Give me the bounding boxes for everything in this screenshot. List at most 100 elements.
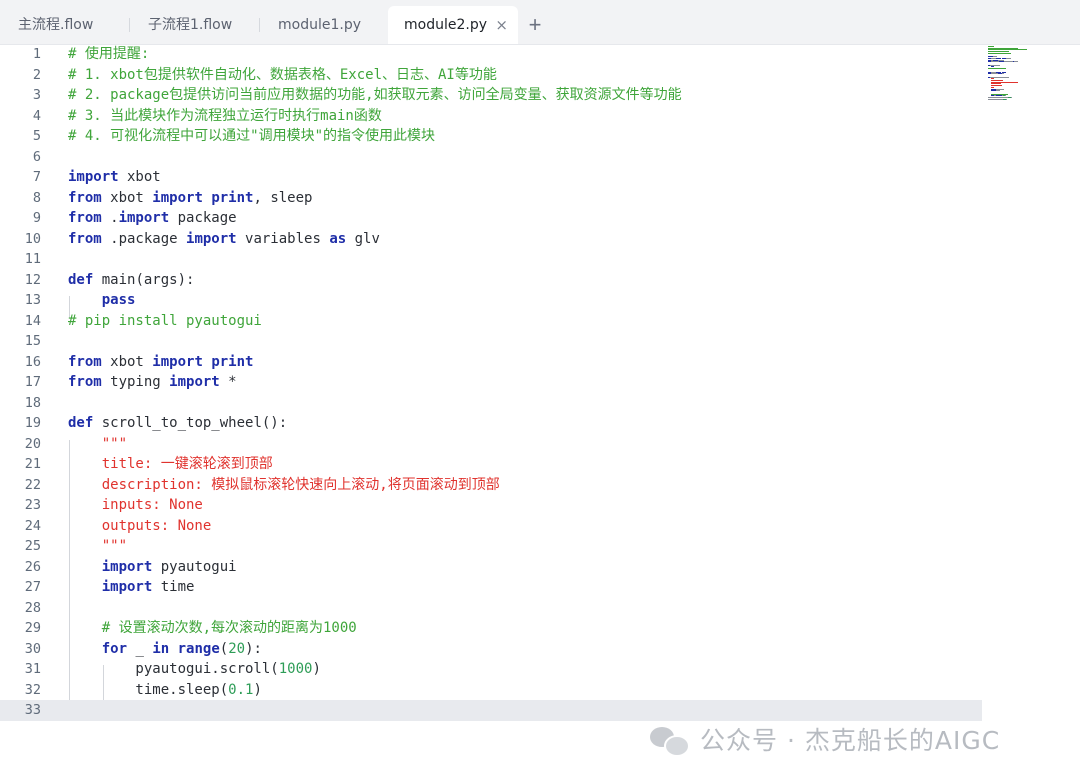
code-line[interactable]: 22 description: 模拟鼠标滚轮快速向上滚动,将页面滚动到顶部: [0, 475, 982, 496]
code-line[interactable]: 15: [0, 331, 982, 352]
minimap-token: [1014, 61, 1018, 63]
code-line[interactable]: 30 for _ in range(20):: [0, 639, 982, 660]
code-token: print: [211, 353, 254, 370]
minimap-token: [991, 61, 1000, 63]
code-token: typing: [101, 374, 170, 390]
tab-label: 子流程1.flow: [148, 17, 233, 33]
line-number: 28: [24, 599, 41, 616]
code-line[interactable]: 12 def main(args):: [0, 270, 982, 291]
line-number: 13: [24, 292, 41, 308]
code-text: import pyautogui: [68, 557, 237, 578]
code-line[interactable]: 6: [0, 147, 982, 168]
watermark: 公众号 · 杰克船长的AIGC: [650, 718, 1070, 760]
code-editor[interactable]: 1 # 使用提醒: 2 # 1. xbot包提供软件自动化、数据表格、Excel、日志…: [0, 44, 1080, 782]
code-token: ): [312, 661, 321, 677]
code-token: # 设置滚动次数,每次滚动的距离为1000: [101, 620, 357, 636]
code-token: from: [68, 210, 102, 226]
code-line[interactable]: 7 import xbot: [0, 167, 982, 188]
add-tab-icon[interactable]: +: [524, 14, 546, 36]
line-number: 30: [24, 640, 41, 657]
code-text: # 设置滚动次数,每次滚动的距离为1000: [68, 618, 357, 639]
code-token: import: [152, 189, 203, 206]
code-line[interactable]: 10 from .package import variables as glv: [0, 229, 982, 250]
code-token: from: [68, 230, 102, 247]
code-line[interactable]: 27 import time: [0, 577, 982, 598]
code-line[interactable]: 28: [0, 598, 982, 619]
code-line[interactable]: 1 # 使用提醒:: [0, 44, 982, 65]
line-number: 23: [24, 497, 41, 513]
tab-module2[interactable]: module2.py ×: [388, 6, 518, 44]
code-token: 20: [228, 640, 246, 657]
code-line[interactable]: 16 from xbot import print: [0, 352, 982, 373]
code-line[interactable]: 11: [0, 249, 982, 270]
minimap-token: [1004, 61, 1013, 63]
minimap[interactable]: [988, 44, 1080, 102]
code-line[interactable]: 20 """: [0, 434, 982, 455]
minimap-token: [1005, 57, 1012, 59]
code-line[interactable]: 2 # 1. xbot包提供软件自动化、数据表格、Excel、日志、AI等功能: [0, 65, 982, 86]
code-line[interactable]: 29 # 设置滚动次数,每次滚动的距离为1000: [0, 618, 982, 639]
code-line[interactable]: 24 outputs: None: [0, 516, 982, 537]
line-number: 12: [24, 271, 41, 288]
code-text: # 2. package包提供访问当前应用数据的功能,如获取元素、访问全局变量、…: [68, 85, 682, 106]
code-line[interactable]: 14 # pip install pyautogui: [0, 311, 982, 332]
code-text: # pip install pyautogui: [68, 311, 262, 332]
code-line[interactable]: 3 # 2. package包提供访问当前应用数据的功能,如获取元素、访问全局变量…: [0, 85, 982, 106]
code-text: pyautogui.scroll(1000): [68, 659, 321, 680]
code-token: from: [68, 189, 102, 206]
code-line[interactable]: 4 # 3. 当此模块作为流程独立运行时执行main函数: [0, 106, 982, 127]
code-text: """: [68, 434, 127, 455]
wechat-icon: [650, 723, 690, 757]
code-text: import xbot: [68, 167, 161, 188]
code-token: .: [101, 210, 119, 226]
line-number: 17: [24, 374, 41, 390]
code-line[interactable]: 9 from .import package: [0, 208, 982, 229]
line-number: 20: [24, 435, 41, 452]
minimap-token: [1005, 98, 1007, 100]
code-token: title: 一键滚轮滚到顶部: [101, 456, 273, 472]
code-token: from: [68, 374, 102, 390]
code-text: import time: [68, 577, 195, 598]
tab-label: module2.py: [404, 17, 487, 33]
code-line[interactable]: 17 from typing import *: [0, 372, 982, 393]
tab-subflow-1[interactable]: 子流程1.flow: [130, 6, 260, 44]
line-number: 14: [24, 312, 41, 329]
line-number: 29: [24, 620, 41, 636]
code-text: from typing import *: [68, 372, 237, 393]
code-text: def main(args):: [68, 270, 194, 291]
line-number: 31: [24, 661, 41, 677]
code-line[interactable]: 23 inputs: None: [0, 495, 982, 516]
code-line[interactable]: 5 # 4. 可视化流程中可以通过"调用模块"的指令使用此模块: [0, 126, 982, 147]
code-line[interactable]: 13 pass: [0, 290, 982, 311]
code-token: import: [101, 558, 153, 575]
tab-module1[interactable]: module1.py: [260, 6, 388, 44]
code-text: title: 一键滚轮滚到顶部: [68, 454, 273, 475]
code-line[interactable]: 8 from xbot import print, sleep: [0, 188, 982, 209]
code-line[interactable]: 19 def scroll_to_top_wheel():: [0, 413, 982, 434]
code-token: pyautogui.scroll(: [68, 661, 279, 677]
code-text: def scroll_to_top_wheel():: [68, 413, 287, 434]
code-line[interactable]: 31 pyautogui.scroll(1000): [0, 659, 982, 680]
code-text: # 4. 可视化流程中可以通过"调用模块"的指令使用此模块: [68, 126, 435, 147]
code-line[interactable]: 32 time.sleep(0.1): [0, 680, 982, 701]
code-text: for _ in range(20):: [68, 639, 262, 660]
code-token: """: [101, 435, 128, 452]
code-line[interactable]: 21 title: 一键滚轮滚到顶部: [0, 454, 982, 475]
code-token: time.sleep(: [68, 681, 229, 698]
line-number: 11: [24, 251, 41, 267]
close-icon[interactable]: ×: [495, 6, 508, 44]
code-line[interactable]: 18: [0, 393, 982, 414]
minimap-token: [1011, 97, 1013, 98]
tab-main-flow[interactable]: 主流程.flow: [0, 6, 130, 44]
code-line[interactable]: 25 """: [0, 536, 982, 557]
code-line[interactable]: 26 import pyautogui: [0, 557, 982, 578]
line-number: 10: [24, 230, 41, 247]
